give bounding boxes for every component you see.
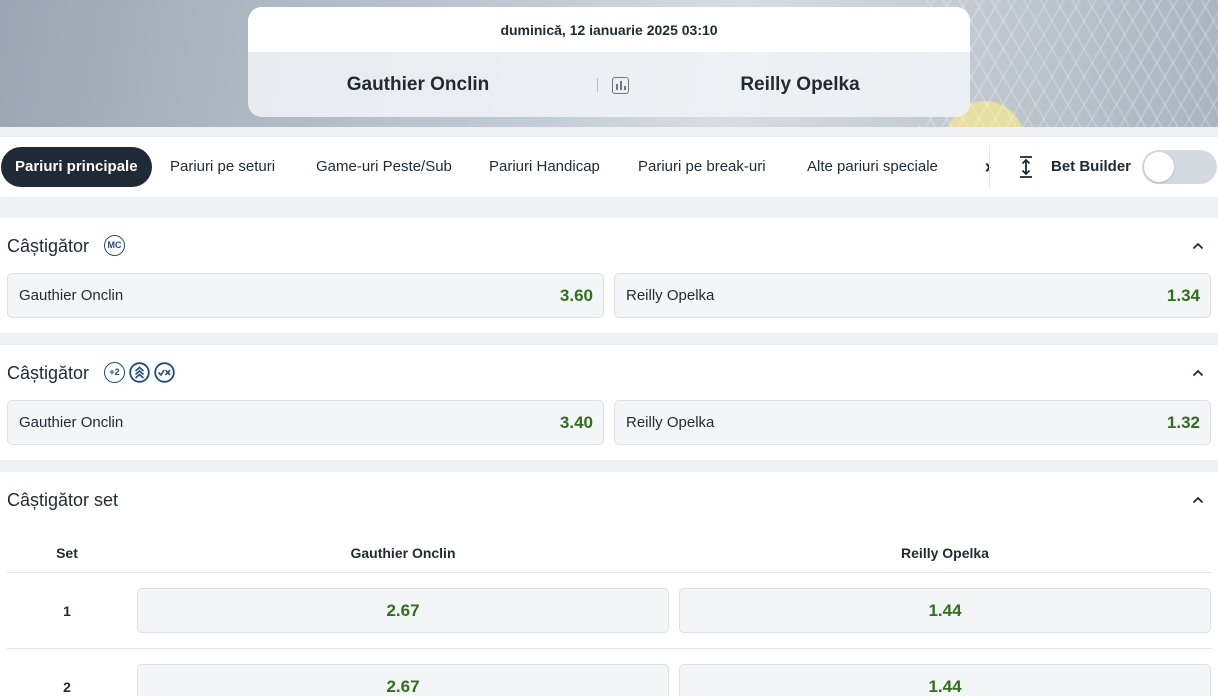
market-castigator-boost: Câștigător +2 Gauthier Onclin 3.40 Reill… [0,345,1218,460]
match-date: duminică, 12 ianuarie 2025 03:10 [248,7,970,52]
bar-chart-icon[interactable] [612,77,629,94]
outcome-name: Gauthier Onclin [19,414,124,431]
chevron-right-icon[interactable]: › [978,155,998,179]
outcome-name: Reilly Opelka [626,287,715,304]
match-teams: Gauthier Onclin Reilly Opelka [248,52,970,117]
outcome-odd: 3.40 [559,413,593,432]
tabs-separator [989,145,990,189]
market-title: Câștigător set [7,490,119,510]
table-divider [7,648,1211,649]
check-cross-icon [154,362,175,383]
outcome-odd: 1.34 [1166,286,1200,305]
odd-button-home[interactable]: Gauthier Onclin 3.60 [7,273,604,318]
toggle-knob [1144,152,1174,182]
market-tabs: Pariuri principale Pariuri pe seturi Gam… [0,137,1218,197]
set-odd-home[interactable]: 2.67 [137,664,669,696]
boost-icon [129,362,150,383]
tab-pariuri-pe-break-uri[interactable]: Pariuri pe break-uri [638,147,766,187]
odd-button-away[interactable]: Reilly Opelka 1.34 [614,273,1211,318]
home-player: Gauthier Onclin [346,73,490,95]
market-title: Câștigător [7,363,90,383]
tab-pariuri-handicap[interactable]: Pariuri Handicap [489,147,600,187]
outcome-name: Gauthier Onclin [19,287,124,304]
chevron-up-icon[interactable] [1192,367,1204,379]
set-odd-home[interactable]: 2.67 [137,588,669,633]
bet-builder-label: Bet Builder [1051,158,1132,175]
set-odd-away[interactable]: 1.44 [679,664,1211,696]
outcome-name: Reilly Opelka [626,414,715,431]
set-number: 2 [63,679,71,695]
away-column-header: Reilly Opelka [901,545,989,561]
table-divider [7,572,1211,573]
expand-vertical-icon [1020,156,1032,178]
plus-two-badge-icon: +2 [104,362,125,383]
tab-alte-pariuri-speciale[interactable]: Alte pariuri speciale [807,147,938,187]
tab-game-uri-peste-sub[interactable]: Game-uri Peste/Sub [316,147,452,187]
odd-button-home[interactable]: Gauthier Onclin 3.40 [7,400,604,445]
set-number: 1 [63,603,71,619]
bet-builder-toggle[interactable] [1142,150,1217,184]
tab-pariuri-principale[interactable]: Pariuri principale [1,147,152,187]
tab-pariuri-pe-seturi[interactable]: Pariuri pe seturi [170,147,275,187]
outcome-odd: 1.32 [1166,413,1200,432]
market-castigator-set: Câștigător set Set Gauthier Onclin Reill… [0,472,1218,696]
home-column-header: Gauthier Onclin [350,545,456,561]
set-odd-away[interactable]: 1.44 [679,588,1211,633]
chevron-up-icon[interactable] [1192,240,1204,252]
outcome-odd: 3.60 [559,286,593,305]
set-column-header: Set [56,545,78,561]
away-player: Reilly Opelka [740,73,860,95]
odd-button-away[interactable]: Reilly Opelka 1.32 [614,400,1211,445]
match-card: duminică, 12 ianuarie 2025 03:10 Gauthie… [248,7,970,117]
chevron-up-icon[interactable] [1192,494,1204,506]
market-castigator: Câștigător MC Gauthier Onclin 3.60 Reill… [0,218,1218,333]
market-title: Câștigător [7,236,90,256]
mc-badge-icon: MC [104,235,125,256]
teams-divider [597,78,598,92]
match-hero: duminică, 12 ianuarie 2025 03:10 Gauthie… [0,0,1218,127]
